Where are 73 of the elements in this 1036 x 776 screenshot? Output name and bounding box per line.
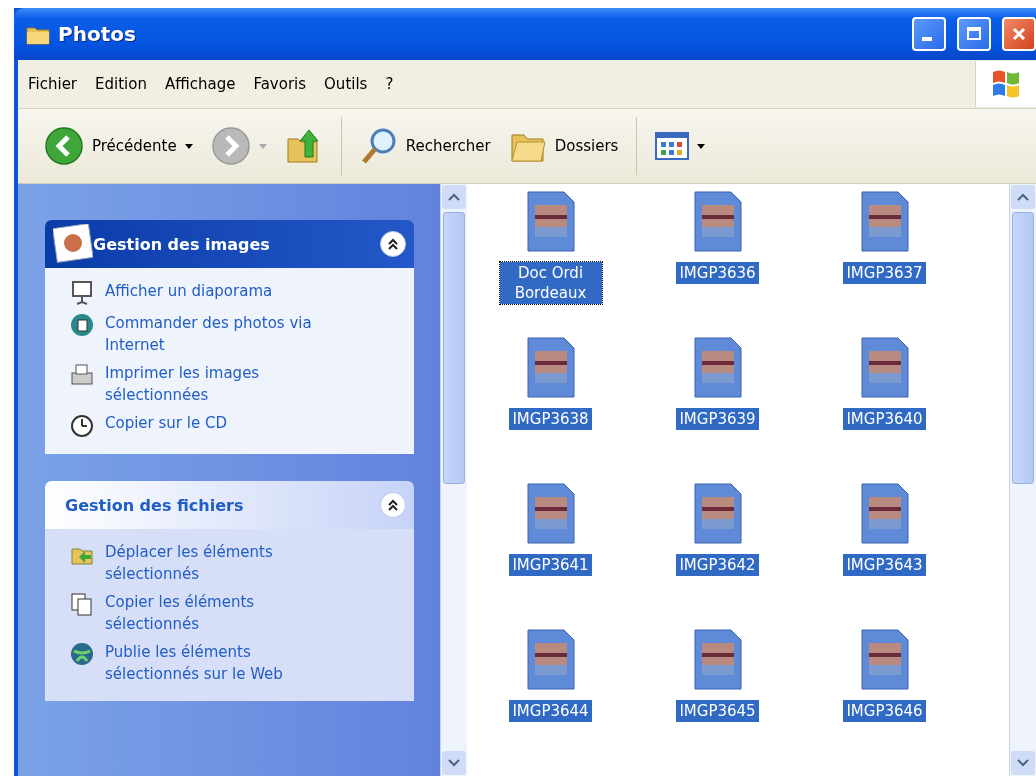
folders-button[interactable]: Dossiers <box>502 123 625 169</box>
section-title: Gestion des images <box>93 234 271 254</box>
scroll-down-button[interactable] <box>1011 751 1035 775</box>
minimize-button[interactable] <box>912 17 946 51</box>
menu-item[interactable]: Edition <box>87 71 157 97</box>
task-link[interactable]: Copier sur le CD <box>105 412 227 434</box>
maximize-icon <box>966 26 982 42</box>
maximize-button[interactable] <box>957 17 991 51</box>
task-link[interactable]: Afficher un diaporama <box>105 280 273 302</box>
globe-icon <box>69 641 95 667</box>
task-link[interactable]: Imprimer les images sélectionnées <box>105 362 330 406</box>
caret-down-icon <box>1016 758 1030 768</box>
scroll-up-button[interactable] <box>1011 185 1035 209</box>
scroll-up-button[interactable] <box>442 185 466 209</box>
image-file-icon <box>526 191 575 252</box>
file-name[interactable]: IMGP3640 <box>843 408 926 430</box>
close-icon <box>1011 26 1027 42</box>
chevron-icon <box>386 498 400 512</box>
menu-item[interactable]: Outils <box>316 71 378 97</box>
file-name[interactable]: IMGP3637 <box>843 262 926 284</box>
task-link[interactable]: Copier les éléments sélectionnés <box>105 591 330 635</box>
caret-down-icon <box>447 758 461 768</box>
chevron-icon <box>386 237 400 251</box>
scroll-down-button[interactable] <box>442 751 466 775</box>
caret-up-icon <box>447 192 461 202</box>
menu-item[interactable]: ? <box>377 71 404 97</box>
file-name[interactable]: IMGP3639 <box>676 408 759 430</box>
file-name[interactable]: IMGP3646 <box>843 700 926 722</box>
image-file-icon <box>693 629 742 690</box>
photo-frame-icon <box>53 224 93 264</box>
file-name[interactable]: IMGP3638 <box>509 408 592 430</box>
file-name[interactable]: IMGP3643 <box>843 554 926 576</box>
task-link[interactable]: Déplacer les éléments sélectionnés <box>105 541 330 585</box>
printer-icon <box>69 362 95 388</box>
section-title: Gestion des fichiers <box>65 495 245 515</box>
file-name[interactable]: IMGP3636 <box>676 262 759 284</box>
scrollbar-thumb[interactable] <box>1012 212 1034 484</box>
flag-logo-icon <box>991 68 1021 100</box>
scrollbar-thumb[interactable] <box>443 212 465 484</box>
minimize-icon <box>922 37 932 41</box>
close-button[interactable] <box>1002 17 1036 51</box>
task-link[interactable]: Publie les éléments sélectionnés sur le Web <box>105 641 330 685</box>
file-name[interactable]: IMGP3644 <box>509 700 592 722</box>
window-title: Photos <box>58 22 136 46</box>
back-button[interactable]: Précédente <box>38 122 199 170</box>
file-name[interactable]: IMGP3645 <box>676 700 759 722</box>
copy-icon <box>69 591 95 617</box>
menu-item[interactable]: Fichier <box>20 71 88 97</box>
collapse-button[interactable] <box>380 231 406 257</box>
image-file-icon <box>860 483 909 544</box>
file-name[interactable]: IMGP3641 <box>509 554 592 576</box>
image-file-icon <box>526 483 575 544</box>
image-file-icon <box>693 337 742 398</box>
menu-item[interactable]: Affichage <box>156 71 246 97</box>
views-icon <box>655 132 690 160</box>
clock-disc-icon <box>69 412 95 438</box>
image-file-icon <box>860 629 909 690</box>
image-file-icon <box>693 483 742 544</box>
image-file-icon <box>526 337 575 398</box>
file-name[interactable]: IMGP3642 <box>676 554 759 576</box>
menu-item[interactable]: Favoris <box>245 71 317 97</box>
slideshow-screen-icon <box>69 280 95 306</box>
file-name[interactable]: Doc Ordi Bordeaux <box>499 262 602 304</box>
caret-up-icon <box>1016 192 1030 202</box>
search-button[interactable]: Rechercher <box>353 122 497 170</box>
globe-photo-icon <box>69 312 95 338</box>
image-file-icon <box>860 337 909 398</box>
image-file-icon <box>693 191 742 252</box>
search-icon <box>359 126 398 166</box>
image-file-icon <box>860 191 909 252</box>
task-link[interactable]: Commander des photos via Internet <box>105 312 330 356</box>
collapse-button[interactable] <box>380 492 406 518</box>
image-file-icon <box>526 629 575 690</box>
